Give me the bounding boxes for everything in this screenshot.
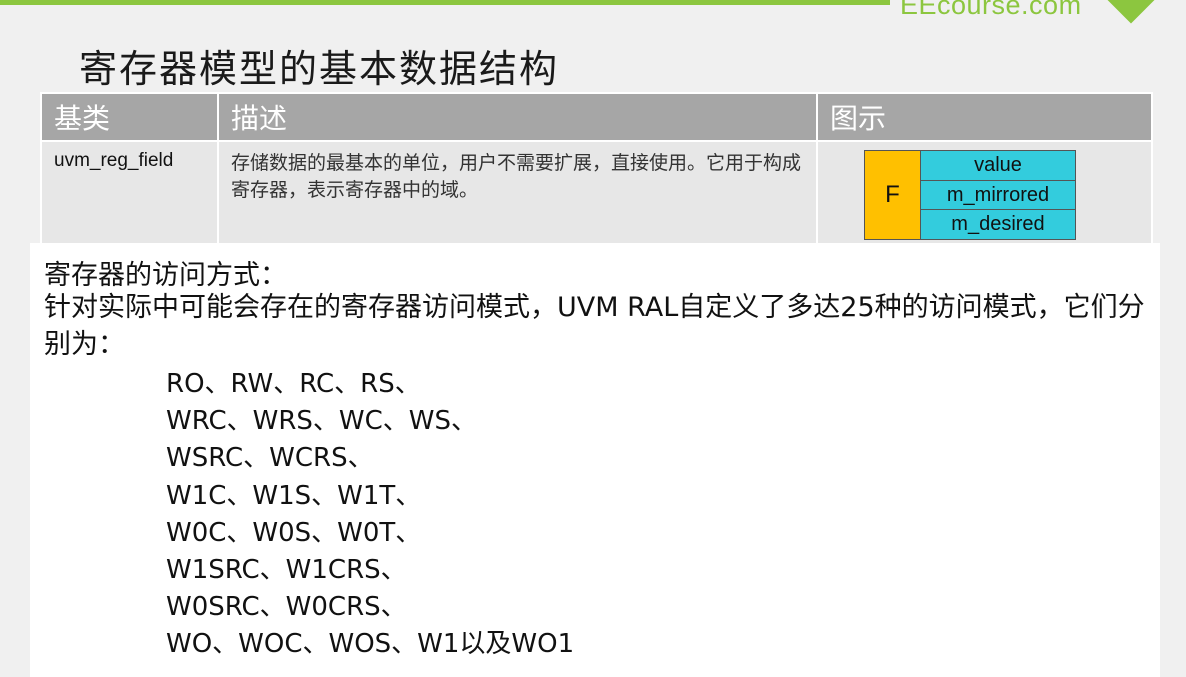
cell-description: 存储数据的最基本的单位，用户不需要扩展，直接使用。它用于构成寄存器，表示寄存器中…	[217, 140, 818, 256]
header-base-class: 基类	[40, 92, 219, 142]
access-modes-list: RO、RW、RC、RS、 WRC、WRS、WC、WS、 WSRC、WCRS、 W…	[166, 366, 574, 664]
field-mirrored-cell: m_mirrored	[921, 180, 1075, 211]
mode-line: W0SRC、W0CRS、	[166, 592, 407, 623]
field-value-cell: value	[921, 151, 1075, 181]
mode-line: W0C、W0S、W0T、	[166, 517, 422, 548]
field-label-box: F	[865, 151, 921, 239]
field-values-stack: value m_mirrored m_desired	[921, 151, 1075, 240]
cell-class-name: uvm_reg_field	[40, 140, 219, 256]
table-header-row: 基类 描述 图示	[40, 92, 1153, 142]
brand-logo-text: EEcourse.com	[900, 0, 1082, 20]
slide-title: 寄存器模型的基本数据结构	[79, 47, 560, 91]
field-diagram: F value m_mirrored m_desired	[864, 150, 1076, 240]
base-class-table: 基类 描述 图示 uvm_reg_field 存储数据的最基本的单位，用户不需要…	[40, 92, 1153, 256]
mode-line: WRC、WRS、WC、WS、	[166, 406, 477, 437]
brand-diamond-icon	[1105, 0, 1157, 24]
access-heading: 寄存器的访问方式：	[44, 260, 287, 291]
cell-diagram: F value m_mirrored m_desired	[816, 140, 1153, 256]
access-modes-panel: 寄存器的访问方式： 针对实际中可能会存在的寄存器访问模式，UVM RAL自定义了…	[30, 243, 1160, 677]
access-intro-text: 针对实际中可能会存在的寄存器访问模式，UVM RAL自定义了多达25种的访问模式…	[44, 292, 1145, 360]
mode-line: WO、WOC、WOS、W1以及WO1	[166, 629, 575, 660]
header-description: 描述	[217, 92, 818, 142]
mode-line: WSRC、WCRS、	[166, 443, 374, 474]
mode-line: W1SRC、W1CRS、	[166, 555, 407, 586]
header-diagram: 图示	[816, 92, 1153, 142]
mode-line: RO、RW、RC、RS、	[166, 369, 421, 399]
top-accent-line	[0, 0, 890, 5]
field-desired-cell: m_desired	[921, 210, 1075, 240]
table-row: uvm_reg_field 存储数据的最基本的单位，用户不需要扩展，直接使用。它…	[40, 140, 1153, 256]
mode-line: W1C、W1S、W1T、	[166, 480, 422, 511]
